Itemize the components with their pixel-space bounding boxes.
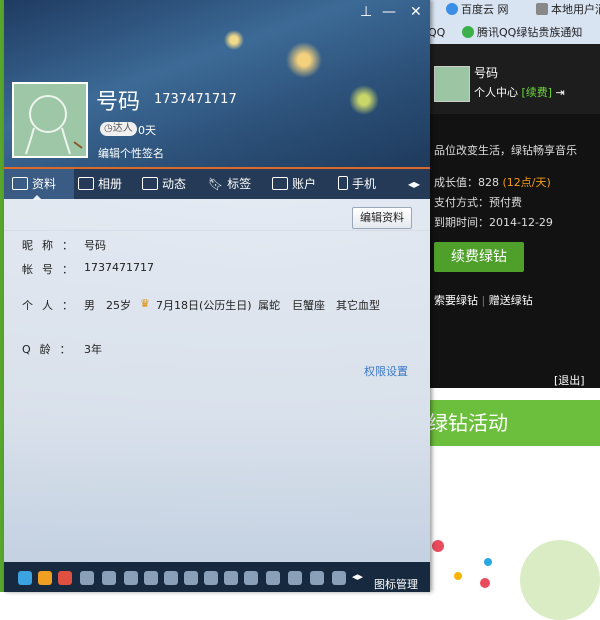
- profile-tabs: 资料 相册 动态 🔖︎ 标签 账户 手机 ◂▸: [4, 169, 430, 200]
- renew-link[interactable]: [续费]: [522, 86, 553, 99]
- icons-scroll-arrows[interactable]: ◂▸: [352, 570, 363, 583]
- qq-show-icon[interactable]: [18, 571, 32, 585]
- tab-phone[interactable]: 手机: [338, 169, 376, 199]
- briefcase-icon: [272, 177, 288, 190]
- crown-icon: ♛: [140, 297, 150, 310]
- tab-account[interactable]: 账户: [272, 169, 316, 199]
- age-value: 25岁: [106, 299, 131, 312]
- tab-profile[interactable]: 资料: [4, 169, 74, 200]
- avatar-small[interactable]: [434, 66, 470, 102]
- growth-row: 成长值：828 (12点/天): [434, 176, 551, 189]
- qq-age-value: 3年: [84, 343, 102, 356]
- tabs-next-arrow[interactable]: ◂▸: [408, 169, 420, 199]
- chef-icon[interactable]: [184, 571, 198, 585]
- qq-music-page: 号码 个人中心 [续费] ⇥ 品位改变生活，绿钻畅享音乐 成长值：828 (12…: [428, 44, 600, 620]
- expert-badge[interactable]: ◷达人: [100, 122, 137, 136]
- profile-content: 编辑资料 昵称： 号码 帐号： 1737471717 个人： 男 25岁 ♛ 7…: [4, 199, 430, 562]
- zodiac-value: 属蛇: [258, 299, 280, 312]
- lamp-icon[interactable]: [164, 571, 178, 585]
- activity-banner[interactable]: 绿钻活动: [428, 400, 600, 446]
- browser-tab-baiduyun[interactable]: 百度云 网: [446, 1, 509, 19]
- renew-green-diamond-button[interactable]: 续费绿钻: [434, 242, 524, 272]
- gem-blue-icon[interactable]: [266, 571, 280, 585]
- phone-service-icon[interactable]: [204, 571, 218, 585]
- yellow-diamond-icon[interactable]: [38, 571, 52, 585]
- user-center: 个人中心 [续费] ⇥: [474, 84, 565, 100]
- nickname-label: 昵称：: [22, 239, 82, 252]
- birthday-value: 7月18日(公历生日): [156, 299, 252, 312]
- account-value: 1737471717: [84, 261, 154, 274]
- decorative-dots: [428, 446, 600, 620]
- personal-label: 个人：: [22, 299, 82, 312]
- slogan: 品位改变生活，绿钻畅享音乐: [434, 144, 577, 157]
- qq-green-icon: [462, 26, 474, 38]
- diamond-icon[interactable]: [224, 571, 238, 585]
- signature-field[interactable]: 编辑个性签名: [98, 145, 164, 161]
- game-icon[interactable]: [58, 571, 72, 585]
- pay-row: 支付方式：预付费: [434, 196, 522, 209]
- star-sign-value: 巨蟹座: [292, 299, 325, 312]
- tab-album[interactable]: 相册: [78, 169, 122, 199]
- gem-purple-icon[interactable]: [288, 571, 302, 585]
- nickname: 号码: [96, 90, 141, 115]
- qq-profile-window: ⊥ — ✕ 号码 1737471717 ◷达人 0天 编辑个性签名 资料 相册 …: [4, 0, 430, 592]
- personal-center-link[interactable]: 个人中心: [474, 86, 518, 99]
- account-label: 帐号：: [22, 263, 82, 276]
- baidu-cloud-icon: [446, 3, 458, 15]
- bookmark-icon: 🔖︎: [208, 177, 228, 191]
- close-icon[interactable]: ✕: [410, 4, 422, 20]
- status-icons-bar: ◂▸ 图标管理: [4, 562, 430, 592]
- qq-number: 1737471717: [154, 92, 237, 107]
- qq-music-header: 号码 个人中心 [续费] ⇥: [428, 44, 600, 114]
- gem-white-icon[interactable]: [332, 571, 346, 585]
- user-number: 号码: [474, 66, 499, 80]
- page-icon: [536, 3, 548, 15]
- id-card-icon: [12, 177, 28, 190]
- nickname-value: 号码: [84, 239, 106, 252]
- green-diamond-info: 品位改变生活，绿钻畅享音乐 成长值：828 (12点/天) 支付方式：预付费 到…: [428, 114, 600, 388]
- feed-icon: [142, 177, 158, 190]
- avatar-silhouette-icon: [25, 95, 83, 155]
- tab-feed[interactable]: 动态: [142, 169, 186, 199]
- minimize-icon[interactable]: —: [382, 4, 396, 20]
- diamond-links: 索要绿钻 | 赠送绿钻: [434, 294, 533, 307]
- icon-manage-link[interactable]: 图标管理: [374, 576, 418, 592]
- gender-value: 男: [84, 299, 95, 312]
- browser-tab-qq-green[interactable]: 腾讯QQ绿钻贵族通知: [462, 24, 582, 42]
- pin-icon[interactable]: ⊥: [360, 4, 372, 20]
- browser-tab-local[interactable]: 本地用户消: [536, 1, 600, 19]
- browser-tab-bar: 百度云 网 本地用户消 QQ 腾讯QQ绿钻贵族通知: [428, 0, 600, 45]
- gem-icon[interactable]: [244, 571, 258, 585]
- expire-row: 到期时间：2014-12-29: [434, 216, 553, 229]
- logout-link[interactable]: [退出]: [554, 372, 585, 388]
- browser-tab-qq[interactable]: QQ: [428, 24, 445, 42]
- expert-days: 0天: [138, 124, 156, 137]
- gift-diamond-link[interactable]: 赠送绿钻: [489, 294, 533, 307]
- clock-icon: ◷: [104, 123, 113, 134]
- exit-icon[interactable]: ⇥: [556, 86, 565, 99]
- tab-tags[interactable]: 🔖︎ 标签: [208, 169, 251, 199]
- divider: [4, 230, 430, 231]
- edit-profile-button[interactable]: 编辑资料: [352, 207, 412, 229]
- heart-icon[interactable]: [80, 571, 94, 585]
- wing-icon[interactable]: [102, 571, 116, 585]
- avatar[interactable]: [12, 82, 88, 158]
- request-diamond-link[interactable]: 索要绿钻: [434, 294, 478, 307]
- phone-icon: [338, 176, 348, 190]
- blood-type-value: 其它血型: [336, 299, 380, 312]
- bird-icon[interactable]: [144, 571, 158, 585]
- gem-grey-icon[interactable]: [310, 571, 324, 585]
- permission-settings-link[interactable]: 权限设置: [364, 363, 408, 379]
- tree-icon[interactable]: [124, 571, 138, 585]
- profile-header: ⊥ — ✕ 号码 1737471717 ◷达人 0天 编辑个性签名: [4, 0, 430, 169]
- qq-age-label: Q龄：: [22, 343, 80, 356]
- photo-icon: [78, 177, 94, 190]
